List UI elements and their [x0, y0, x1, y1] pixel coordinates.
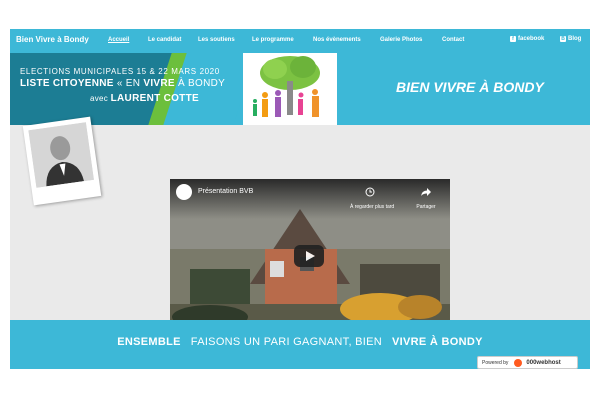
share-icon [421, 188, 431, 196]
candidate-portrait [22, 116, 102, 206]
nav-item-candidat[interactable]: Le candidat [148, 37, 181, 43]
channel-avatar-icon[interactable] [176, 184, 192, 200]
share-button[interactable]: Partager [406, 184, 446, 210]
powered-label: Powered by [482, 359, 509, 366]
powered-by-badge[interactable]: Powered by 000webhost [477, 356, 578, 369]
nav-item-evenements[interactable]: Nos évènements [313, 37, 361, 43]
nav-item-contact[interactable]: Contact [442, 37, 464, 43]
candidate-line: avec LAURENT COTTE [90, 93, 199, 104]
clock-icon [365, 187, 375, 197]
share-label: Partager [416, 204, 436, 210]
footer-slogan: ENSEMBLE FAISONS UN PARI GAGNANT, BIEN VIV… [10, 336, 590, 348]
tree-family-logo [243, 53, 337, 125]
blog-label: Blog [568, 36, 582, 42]
blog-link[interactable]: B Blog [560, 36, 581, 42]
watch-later-label: À regarder plus tard [350, 204, 395, 210]
play-button-icon[interactable] [294, 245, 324, 267]
webhost-name: 000webhost [526, 359, 561, 366]
nav-item-programme[interactable]: Le programme [252, 37, 294, 43]
tree-illustration [253, 56, 320, 117]
list-name: LISTE CITOYENNE « EN VIVRE À BONDY [20, 78, 226, 89]
page-container: Bien Vivre à Bondy Accueil Le candidat L… [10, 29, 590, 369]
facebook-label: facebook [518, 36, 545, 42]
candidate-photo [28, 122, 94, 188]
top-navigation: Bien Vivre à Bondy Accueil Le candidat L… [10, 29, 590, 53]
banner-slogan: BIEN VIVRE À BONDY [396, 79, 544, 95]
facebook-icon: f [510, 36, 516, 42]
site-brand-link[interactable]: Bien Vivre à Bondy [16, 35, 89, 44]
nav-item-soutiens[interactable]: Les soutiens [198, 37, 235, 43]
footer-middle: FAISONS UN PARI GAGNANT, BIEN [190, 336, 383, 348]
blog-icon: B [560, 36, 566, 42]
footer-vivre: VIVRE À BONDY [392, 336, 483, 348]
nav-item-galerie[interactable]: Galerie Photos [380, 37, 422, 43]
video-title[interactable]: Présentation BVB [198, 188, 253, 195]
facebook-link[interactable]: f facebook [510, 36, 544, 42]
election-dates: ELECTIONS MUNICIPALES 15 & 22 MARS 2020 [20, 67, 220, 76]
nav-item-accueil[interactable]: Accueil [108, 37, 129, 43]
header-banner: ELECTIONS MUNICIPALES 15 & 22 MARS 2020 … [10, 53, 590, 125]
youtube-video-player[interactable]: Présentation BVB À regarder plus tard Pa… [170, 179, 450, 337]
webhost-logo-icon [514, 358, 523, 367]
footer-ensemble: ENSEMBLE [117, 336, 181, 348]
watch-later-button[interactable]: À regarder plus tard [350, 184, 395, 210]
